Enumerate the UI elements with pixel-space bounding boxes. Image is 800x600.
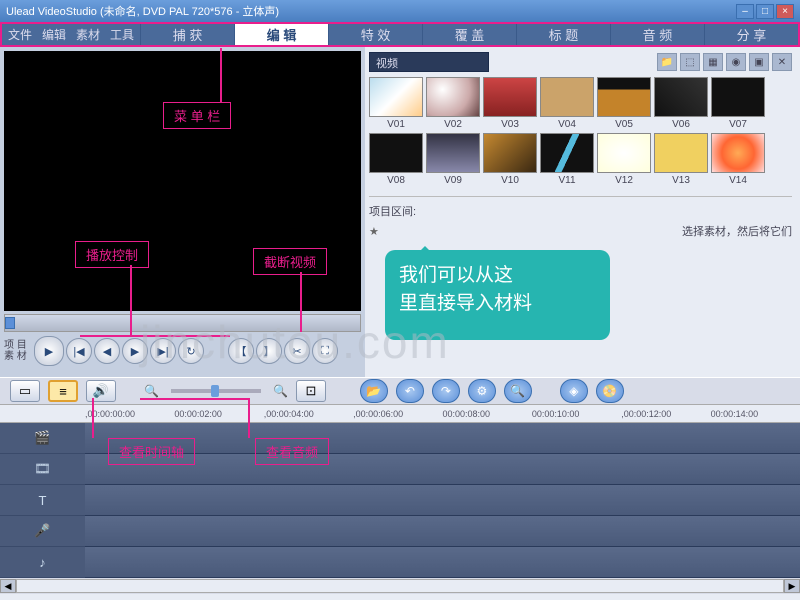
undo-button[interactable]: ↶ [396,379,424,403]
chapter-button[interactable]: 📀 [596,379,624,403]
zoom-slider[interactable] [171,389,261,393]
annotation-line [80,335,230,337]
menu-bar: 文件 编辑 素材 工具 捕 获 编 辑 特 效 覆 盖 标 题 音 频 分 享 [0,22,800,47]
voice-track-head[interactable]: 🎤 [0,516,85,547]
menu-file[interactable]: 文件 [8,26,32,43]
thumb-v03[interactable]: V03 [483,77,537,130]
prev-frame-button[interactable]: ◀ [94,338,120,364]
zoom-out-icon[interactable]: 🔍 [144,384,159,398]
overlay-track-head[interactable]: 🎞 [0,454,85,485]
title-bar: Ulead VideoStudio (未命名, DVD PAL 720*576 … [0,0,800,22]
repeat-button[interactable]: ↻ [178,338,204,364]
minimize-button[interactable]: – [736,4,754,19]
app-title: Ulead VideoStudio (未命名, DVD PAL 720*576 … [6,3,279,19]
thumb-v09[interactable]: V09 [426,133,480,186]
thumb-v06[interactable]: V06 [654,77,708,130]
cut-clip-button[interactable]: ✂ [284,338,310,364]
section-label: 项目区间: [369,203,792,219]
zoom-in-icon[interactable]: 🔍 [273,384,288,398]
callout-audio: 查看音频 [255,438,329,465]
title-track-head[interactable]: T [0,485,85,516]
menu-tool[interactable]: 工具 [110,26,134,43]
step-audio[interactable]: 音 频 [610,24,704,45]
callout-cut: 截断视频 [253,248,327,275]
redo-button[interactable]: ↷ [432,379,460,403]
thumb-v10[interactable]: V10 [483,133,537,186]
fit-button[interactable]: ⊡ [296,380,326,402]
expand-button[interactable]: ⛶ [312,338,338,364]
thumb-v13[interactable]: V13 [654,133,708,186]
mark-in-button[interactable]: 【 [228,338,254,364]
open-folder-button[interactable]: 📂 [360,379,388,403]
title-track[interactable] [85,485,800,516]
hint-text: 选择素材，然后将它们 [682,223,792,239]
sort-icon[interactable]: ⬚ [680,53,700,71]
menu-clip[interactable]: 素材 [76,26,100,43]
callout-play: 播放控制 [75,241,149,268]
thumb-v11[interactable]: V11 [540,133,594,186]
next-frame-button[interactable]: ▶ [122,338,148,364]
maximize-button[interactable]: □ [756,4,774,19]
music-track[interactable] [85,547,800,578]
smart-proxy-button[interactable]: ⚙ [468,379,496,403]
step-effect[interactable]: 特 效 [328,24,422,45]
annotation-line [130,265,132,335]
manage-icon[interactable]: ◉ [726,53,746,71]
step-title[interactable]: 标 题 [516,24,610,45]
annotation-line [220,48,222,102]
music-track-head[interactable]: ♪ [0,547,85,578]
scrub-bar[interactable] [4,314,361,332]
library-dropdown[interactable]: 视频 [369,52,489,72]
step-share[interactable]: 分 享 [704,24,798,45]
thumbnail-grid: V01 V02 V03 V04 V05 V06 V07 V08 V09 V10 … [369,77,792,186]
video-track-head[interactable]: 🎬 [0,423,85,454]
mark-out-button[interactable]: 】 [256,338,282,364]
goto-start-button[interactable]: |◀ [66,338,92,364]
info-icon[interactable]: ▣ [749,53,769,71]
timeline-view-button[interactable]: ≡ [48,380,78,402]
thumb-v05[interactable]: V05 [597,77,651,130]
thumb-v02[interactable]: V02 [426,77,480,130]
goto-end-button[interactable]: ▶| [150,338,176,364]
annotation-line [140,398,248,400]
menu-edit[interactable]: 编辑 [42,26,66,43]
thumb-v07[interactable]: V07 [711,77,765,130]
thumb-v12[interactable]: V12 [597,133,651,186]
voice-track[interactable] [85,516,800,547]
step-edit[interactable]: 编 辑 [234,24,328,45]
close-button[interactable]: × [776,4,794,19]
annotation-line [92,398,94,438]
annotation-line [300,272,302,332]
timeline-toolbar: ▭ ≡ 🔊 🔍 🔍 ⊡ 📂 ↶ ↷ ⚙ 🔍 ◈ 📀 [0,377,800,405]
project-label: 项 目素 材 [4,340,32,362]
annotation-line [248,398,250,438]
audio-view-button[interactable]: 🔊 [86,380,116,402]
callout-timeline: 查看时间轴 [108,438,195,465]
batch-convert-button[interactable]: 🔍 [504,379,532,403]
thumb-v08[interactable]: V08 [369,133,423,186]
step-overlay[interactable]: 覆 盖 [422,24,516,45]
scroll-left-icon[interactable]: ◀ [0,579,16,593]
thumb-v14[interactable]: V14 [711,133,765,186]
speech-bubble: 我们可以从这里直接导入材料 [385,250,610,340]
step-capture[interactable]: 捕 获 [140,24,234,45]
time-ruler[interactable]: ,00:00:00:0000:00:02:00,00:00:04:00,00:0… [0,405,800,423]
preview-pane: 项 目素 材 ▶ |◀ ◀ ▶ ▶| ↻ 【 】 ✂ ⛶ [0,47,365,377]
thumb-v01[interactable]: V01 [369,77,423,130]
view-icon[interactable]: ▦ [703,53,723,71]
thumb-v04[interactable]: V04 [540,77,594,130]
delete-icon[interactable]: ✕ [772,53,792,71]
play-button[interactable]: ▶ [34,336,64,366]
marker-button[interactable]: ◈ [560,379,588,403]
callout-menubar: 菜 单 栏 [163,102,231,129]
storyboard-view-button[interactable]: ▭ [10,380,40,402]
scroll-right-icon[interactable]: ▶ [784,579,800,593]
h-scrollbar[interactable]: ◀ ▶ [0,578,800,594]
folder-icon[interactable]: 📁 [657,53,677,71]
